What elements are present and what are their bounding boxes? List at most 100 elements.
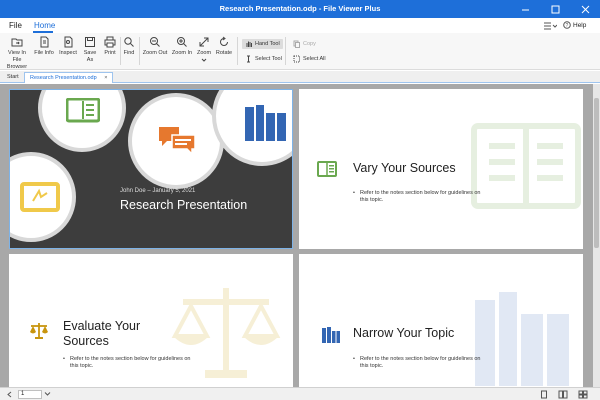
document-tabs: Start Research Presentation.odp × — [0, 71, 600, 83]
ribbon: View In File Browser File Info Inspect S… — [0, 33, 600, 70]
save-as-button[interactable]: Save As — [80, 36, 100, 64]
zoom-dropdown[interactable]: Zoom — [195, 36, 213, 62]
hand-icon — [246, 41, 252, 47]
zoom-in-button[interactable]: Zoom In — [170, 36, 194, 57]
save-as-label: Save As — [83, 50, 97, 63]
zoom-out-icon — [150, 37, 160, 47]
expand-icon — [199, 37, 209, 47]
slide-2-bullet: Refer to the notes section below for gui… — [353, 190, 483, 204]
find-button[interactable]: Find — [121, 36, 137, 57]
settings-icon — [544, 22, 558, 30]
ribbon-separator — [139, 37, 140, 65]
slide-1-title: Research Presentation — [120, 198, 248, 212]
two-page-icon — [558, 390, 568, 399]
rotate-label: Rotate — [215, 50, 233, 56]
slide-1-circle — [10, 152, 76, 242]
help-button[interactable]: ? Help — [563, 21, 586, 29]
hand-tool-label: Hand Tool — [255, 41, 280, 47]
slide-3-title: Evaluate Your Sources — [63, 319, 141, 348]
copy-label: Copy — [303, 41, 316, 47]
slide-4-title: Narrow Your Topic — [353, 326, 455, 340]
select-all-label: Select All — [303, 56, 326, 62]
book-icon — [66, 98, 100, 123]
chevron-down-icon — [201, 58, 207, 62]
menu-home[interactable]: Home — [34, 21, 55, 30]
menu-file[interactable]: File — [9, 21, 22, 30]
view-in-file-browser-button[interactable]: View In File Browser — [4, 36, 30, 71]
save-icon — [85, 37, 95, 47]
chat-bubbles-icon — [159, 127, 196, 156]
two-page-view-button[interactable] — [558, 390, 568, 400]
help-label: Help — [573, 21, 587, 29]
tab-research-presentation[interactable]: Research Presentation.odp × — [24, 72, 114, 83]
slide-2-title: Vary Your Sources — [353, 161, 456, 175]
page-nav-icon — [7, 391, 12, 398]
menu-bar: File Home ? Help — [0, 18, 600, 33]
vertical-scrollbar[interactable] — [593, 84, 600, 387]
file-info-button[interactable]: File Info — [33, 36, 55, 57]
copy-button[interactable]: Copy — [290, 39, 319, 49]
find-label: Find — [123, 50, 135, 56]
grid-view-button[interactable] — [578, 390, 588, 400]
inspect-label: Inspect — [59, 50, 77, 56]
single-page-icon — [541, 390, 547, 399]
inspect-icon — [64, 36, 73, 48]
zoom-in-label: Zoom In — [171, 50, 193, 56]
help-icon: ? — [563, 21, 571, 29]
slide-1[interactable]: John Doe – January 5, 2021 Research Pres… — [9, 89, 293, 249]
rotate-button[interactable]: Rotate — [214, 36, 234, 57]
books-icon — [245, 105, 286, 141]
slide-3-bullet: Refer to the notes section below for gui… — [63, 356, 193, 370]
close-button[interactable] — [570, 0, 600, 18]
zoom-out-button[interactable]: Zoom Out — [142, 36, 168, 57]
zoom-label: Zoom — [196, 50, 212, 56]
select-all-icon — [293, 55, 300, 63]
view-in-file-browser-label: View In File Browser — [6, 50, 28, 70]
slide-2[interactable]: Vary Your Sources Refer to the notes sec… — [299, 89, 583, 249]
book-watermark-icon — [471, 123, 581, 209]
hand-tool-button[interactable]: Hand Tool — [242, 39, 283, 49]
tab-start[interactable]: Start — [2, 72, 24, 83]
select-all-button[interactable]: Select All — [290, 54, 329, 64]
books-watermark-icon — [475, 292, 569, 386]
select-tool-button[interactable]: Select Tool — [242, 54, 285, 64]
slide-4-bullet: Refer to the notes section below for gui… — [353, 356, 483, 370]
page-dropdown-button[interactable] — [44, 391, 51, 399]
tab-close-icon[interactable]: × — [104, 75, 107, 81]
books-icon — [322, 327, 340, 343]
slide-1-circle — [38, 90, 126, 152]
ribbon-separator — [237, 37, 238, 65]
settings-dropdown[interactable] — [543, 21, 558, 32]
scrollbar-thumb[interactable] — [594, 98, 599, 248]
zoom-out-label: Zoom Out — [142, 50, 168, 56]
print-button[interactable]: Print — [101, 36, 119, 57]
file-info-label: File Info — [34, 50, 54, 56]
single-page-view-button[interactable] — [540, 390, 548, 400]
slide-4[interactable]: Narrow Your Topic Refer to the notes sec… — [299, 254, 583, 387]
scales-icon — [30, 323, 48, 339]
inspect-button[interactable]: Inspect — [57, 36, 79, 57]
slide-1-author: John Doe – January 5, 2021 — [120, 188, 196, 194]
slide-1-circle — [128, 93, 224, 189]
tab-label: Research Presentation.odp — [30, 75, 97, 81]
page-number-input[interactable]: 1 — [18, 390, 42, 399]
slide-viewer[interactable]: John Doe – January 5, 2021 Research Pres… — [0, 84, 600, 387]
maximize-button[interactable] — [540, 0, 570, 18]
book-icon — [317, 161, 337, 177]
folder-icon — [11, 38, 23, 47]
page-nav-button[interactable] — [6, 391, 14, 400]
status-bar: 1 — [0, 387, 600, 400]
chalkboard-icon — [20, 182, 60, 212]
text-cursor-icon — [247, 55, 250, 63]
minimize-button[interactable] — [510, 0, 540, 18]
slide-3[interactable]: Evaluate Your Sources Refer to the notes… — [9, 254, 293, 387]
file-info-icon — [40, 36, 49, 48]
minimize-icon — [521, 9, 529, 10]
ribbon-separator — [285, 37, 286, 65]
copy-icon — [293, 40, 300, 48]
zoom-in-icon — [177, 37, 187, 47]
maximize-icon — [551, 5, 559, 13]
print-icon — [104, 36, 116, 48]
svg-text:?: ? — [566, 23, 569, 29]
title-bar: Research Presentation.odp - File Viewer … — [0, 0, 600, 18]
